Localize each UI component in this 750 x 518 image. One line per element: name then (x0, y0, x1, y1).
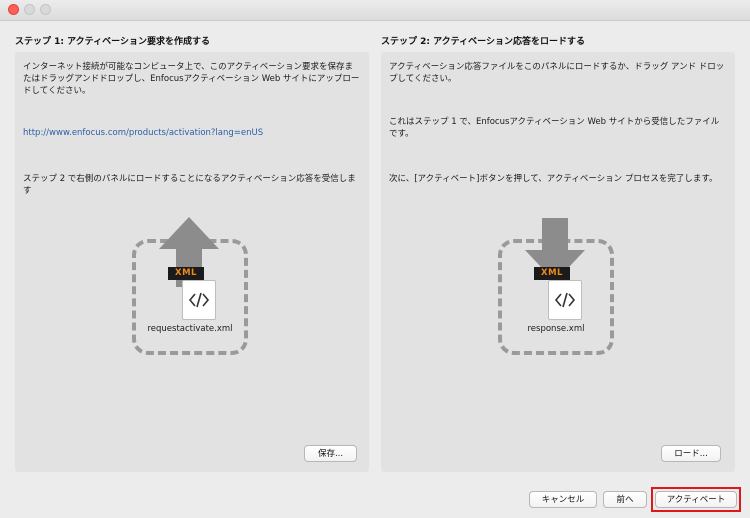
save-button[interactable]: 保存... (304, 445, 357, 462)
step1-note: ステップ 2 で右側のパネルにロードすることになるアクティベーション応答を受信し… (23, 174, 356, 196)
step1-description: インターネット接続が可能なコンピュータ上で、このアクティベーション要求を保存また… (23, 62, 360, 96)
activate-highlight-box (651, 487, 741, 512)
activation-link[interactable]: http://www.enfocus.com/products/activati… (23, 127, 361, 139)
response-file-name: response.xml (527, 324, 585, 334)
xml-badge: XML (534, 267, 570, 280)
step1-title: ステップ 1: アクティベーション要求を作成する (15, 37, 210, 47)
title-bar (0, 0, 750, 21)
request-file-name: requestactivate.xml (147, 324, 233, 334)
step2-panel[interactable]: アクティベーション応答ファイルをこのパネルにロードするか、ドラッグ アンド ドロ… (381, 52, 735, 472)
cancel-button[interactable]: キャンセル (529, 491, 597, 508)
xml-file-icon[interactable] (548, 280, 582, 320)
step2-description: アクティベーション応答ファイルをこのパネルにロードするか、ドラッグ アンド ドロ… (389, 62, 725, 84)
minimize-window-button[interactable] (24, 4, 35, 15)
step2-note2: 次に、[アクティベート]ボタンを押して、アクティベーション プロセスを完了します… (389, 174, 718, 184)
maximize-window-button[interactable] (40, 4, 51, 15)
step2-note1: これはステップ 1 で、Enfocusアクティベーション Web サイトから受信… (389, 117, 720, 139)
close-window-button[interactable] (8, 4, 19, 15)
load-button[interactable]: ロード... (661, 445, 721, 462)
xml-badge: XML (168, 267, 204, 280)
back-button[interactable]: 前へ (603, 491, 647, 508)
step1-panel[interactable]: インターネット接続が可能なコンピュータ上で、このアクティベーション要求を保存また… (15, 52, 369, 472)
code-icon (188, 292, 210, 308)
step2-title: ステップ 2: アクティベーション応答をロードする (381, 37, 585, 47)
xml-file-icon[interactable] (182, 280, 216, 320)
code-icon (554, 292, 576, 308)
